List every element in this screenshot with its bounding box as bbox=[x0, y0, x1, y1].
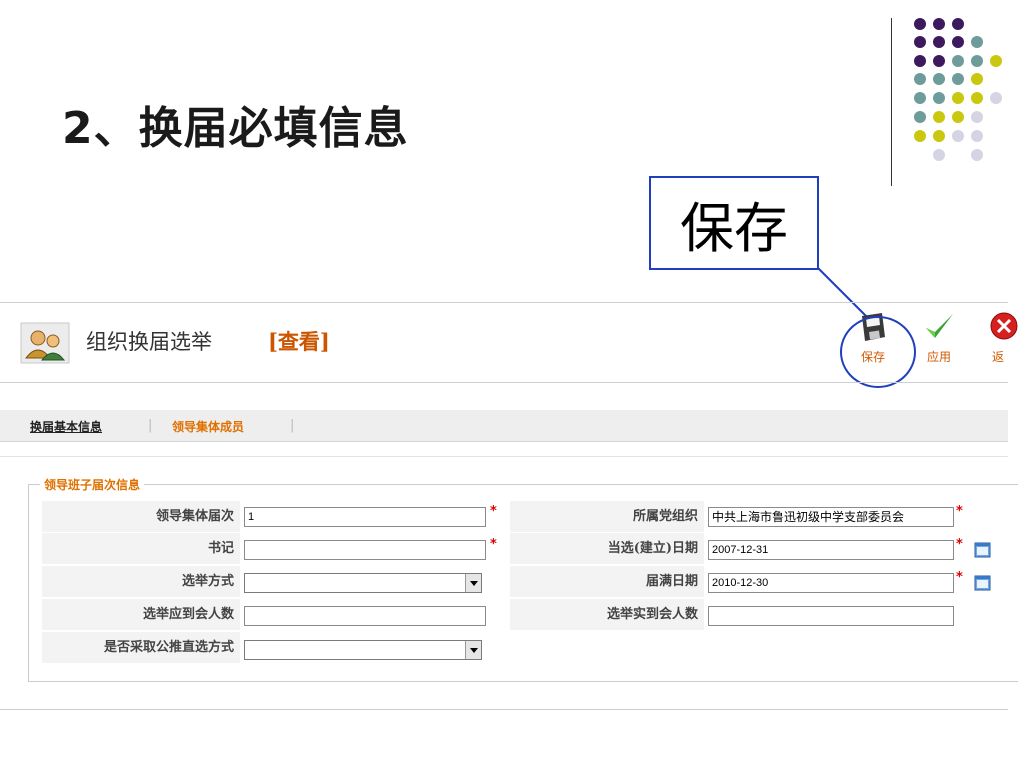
secretary-input[interactable] bbox=[244, 540, 486, 560]
required-mark: * bbox=[490, 537, 497, 552]
public-recommendation-label: 是否采取公推直选方式 bbox=[42, 632, 240, 663]
expected-attendance-input[interactable] bbox=[244, 606, 486, 626]
election-date-label: 当选(建立)日期 bbox=[510, 533, 704, 564]
slide-title: 2、换届必填信息 bbox=[62, 103, 409, 154]
term-end-input[interactable]: 2010-12-30 bbox=[708, 573, 954, 593]
view-mode-label: [查看] bbox=[268, 329, 330, 354]
party-org-label: 所属党组织 bbox=[510, 501, 704, 532]
header-bottom-border bbox=[0, 382, 1008, 383]
fieldset-legend: 领导班子届次信息 bbox=[40, 476, 145, 493]
calendar-icon[interactable] bbox=[974, 574, 991, 591]
election-date-input[interactable]: 2007-12-31 bbox=[708, 540, 954, 560]
chevron-down-icon[interactable] bbox=[465, 574, 481, 592]
tab-leadership-members[interactable]: 领导集体成员 bbox=[172, 418, 244, 435]
tab-basic-info[interactable]: 换届基本信息 bbox=[30, 418, 102, 435]
floppy-disk-icon bbox=[862, 313, 885, 341]
back-button[interactable]: 返 bbox=[978, 310, 1018, 380]
save-callout-box: 保存 bbox=[649, 176, 819, 270]
required-mark: * bbox=[956, 504, 963, 519]
secretary-label: 书记 bbox=[42, 533, 240, 564]
leadership-term-label: 领导集体届次 bbox=[42, 501, 240, 532]
header-top-border bbox=[0, 302, 1008, 303]
apply-button-label: 应用 bbox=[926, 350, 951, 364]
users-icon bbox=[20, 322, 70, 364]
decorative-divider bbox=[891, 18, 892, 186]
required-mark: * bbox=[956, 570, 963, 585]
term-end-label: 届满日期 bbox=[510, 566, 704, 597]
election-method-select[interactable] bbox=[244, 573, 482, 593]
save-button[interactable]: 保存 bbox=[845, 310, 901, 380]
save-button-label: 保存 bbox=[860, 350, 885, 364]
expected-attendance-label: 选举应到会人数 bbox=[42, 599, 240, 630]
back-button-label: 返 bbox=[991, 350, 1004, 364]
apply-button[interactable]: 应用 bbox=[911, 310, 967, 380]
tab-separator: | bbox=[290, 418, 295, 433]
tab-separator: | bbox=[148, 418, 153, 433]
public-recommendation-select[interactable] bbox=[244, 640, 482, 660]
calendar-icon[interactable] bbox=[974, 541, 991, 558]
leadership-term-input[interactable]: 1 bbox=[244, 507, 486, 527]
actual-attendance-input[interactable] bbox=[708, 606, 954, 626]
close-icon bbox=[990, 312, 1018, 340]
footer-divider bbox=[0, 709, 1008, 710]
tab-divider bbox=[0, 456, 1008, 457]
required-mark: * bbox=[956, 537, 963, 552]
chevron-down-icon[interactable] bbox=[465, 641, 481, 659]
tab-bar: 换届基本信息 | 领导集体成员 | bbox=[0, 410, 1008, 442]
required-mark: * bbox=[490, 504, 497, 519]
election-method-label: 选举方式 bbox=[42, 566, 240, 597]
module-title: 组织换届选举 bbox=[86, 330, 212, 354]
actual-attendance-label: 选举实到会人数 bbox=[510, 599, 704, 630]
check-icon bbox=[926, 314, 953, 338]
party-org-input[interactable]: 中共上海市鲁迅初级中学支部委员会 bbox=[708, 507, 954, 527]
